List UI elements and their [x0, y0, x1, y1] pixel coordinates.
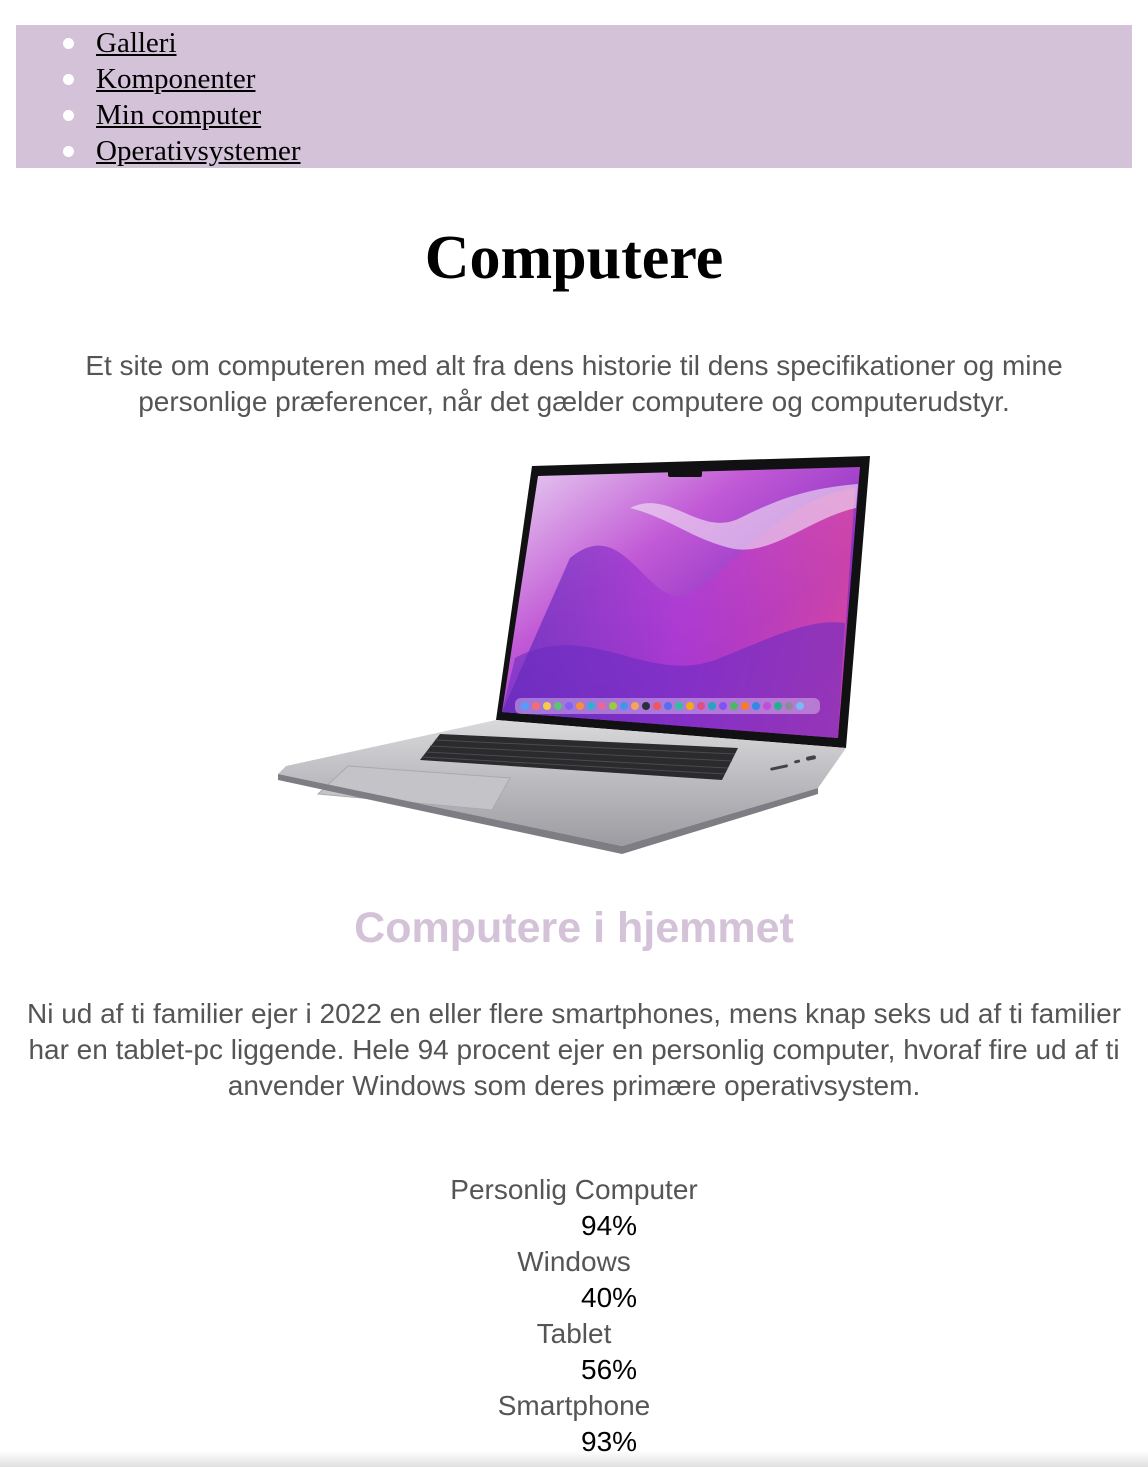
nav-item-min-computer: Min computer — [16, 97, 1132, 133]
nav-link-komponenter[interactable]: Komponenter — [96, 63, 255, 95]
stat-label-tablet: Tablet — [536, 1318, 612, 1349]
nav-item-operativsystemer: Operativsystemer — [16, 133, 1132, 169]
nav-link-operativsystemer[interactable]: Operativsystemer — [96, 135, 301, 167]
bottom-edge-shadow — [0, 1451, 1148, 1467]
stat-value-windows: 40% — [581, 1282, 638, 1313]
section-text: Ni ud af ti familier ejer i 2022 en elle… — [26, 998, 1122, 1101]
stat-label-smartphone: Smartphone — [497, 1390, 651, 1421]
stat-value-tablet: 56% — [581, 1354, 638, 1385]
bullet-icon — [63, 74, 74, 85]
nav-item-galleri: Galleri — [16, 25, 1132, 61]
stat-label-windows: Windows — [517, 1246, 631, 1277]
stat-label-personlig-computer: Personlig Computer — [450, 1174, 698, 1205]
laptop-image — [278, 456, 870, 854]
section-title: Computere i hjemmet — [354, 904, 794, 952]
stat-value-personlig-computer: 94% — [581, 1210, 638, 1241]
page-title: Computere — [424, 224, 724, 292]
intro-text: Et site om computeren med alt fra dens h… — [85, 350, 1063, 417]
nav-item-komponenter: Komponenter — [16, 61, 1132, 97]
nav-link-galleri[interactable]: Galleri — [96, 27, 177, 59]
bullet-icon — [63, 110, 74, 121]
nav-list: Galleri Komponenter Min computer Operati… — [16, 25, 1132, 169]
bullet-icon — [63, 146, 74, 157]
bullet-icon — [63, 38, 74, 49]
main-nav: Galleri Komponenter Min computer Operati… — [16, 25, 1132, 168]
nav-link-min-computer[interactable]: Min computer — [96, 99, 261, 131]
